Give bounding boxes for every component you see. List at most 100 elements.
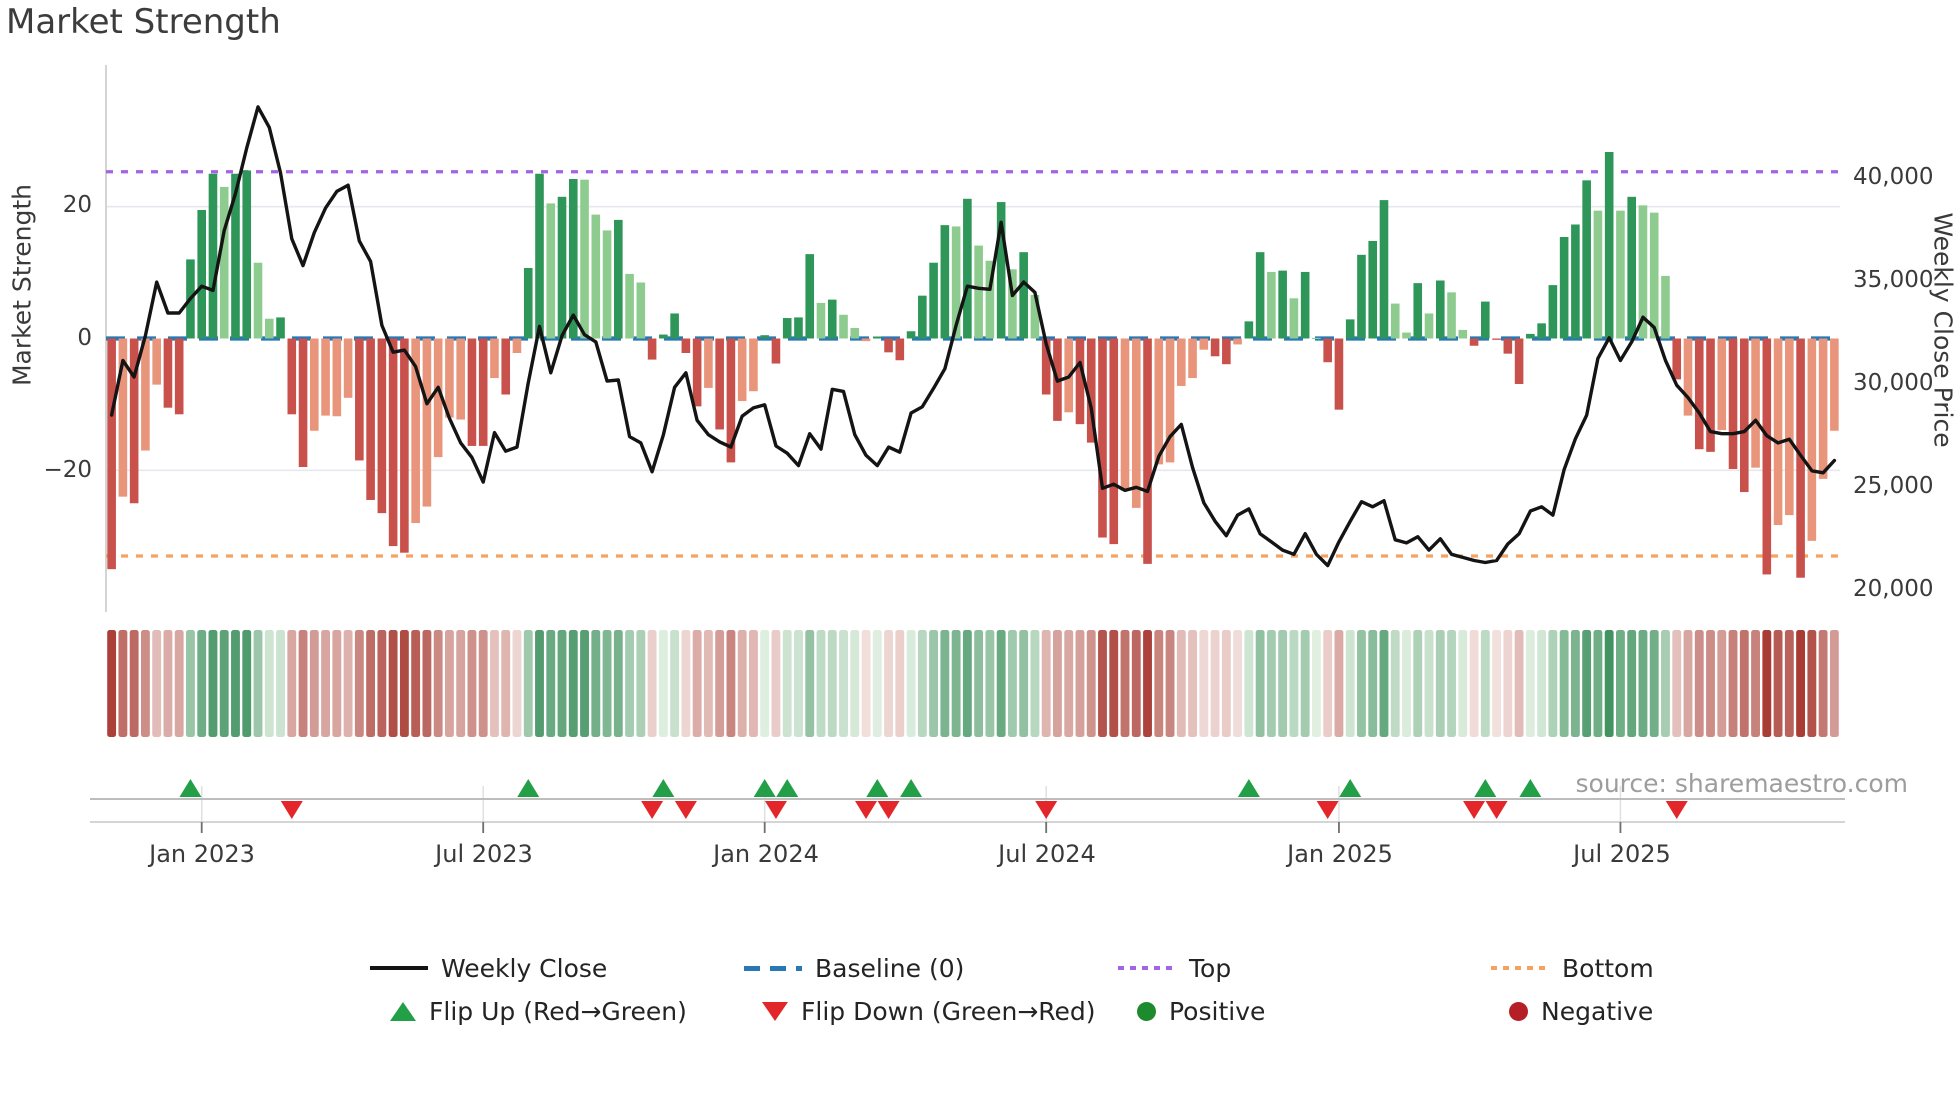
strength-bar (1728, 338, 1738, 469)
heatmap-cell (1447, 630, 1456, 737)
heatmap-cell (1300, 630, 1310, 737)
heatmap-cell (129, 630, 139, 737)
heatmap-cell (1345, 630, 1355, 737)
left-tick-neg20: −20 (43, 457, 92, 483)
heatmap-cell (760, 630, 770, 737)
strength-bar (704, 338, 713, 388)
right-tick-20000: 20,000 (1853, 576, 1934, 602)
right-tick-25000: 25,000 (1853, 473, 1934, 499)
strength-bar (197, 209, 207, 339)
heatmap-cell (118, 630, 128, 737)
strength-bar (1582, 180, 1591, 339)
strength-bar (343, 338, 353, 398)
heatmap-cell (1672, 630, 1682, 737)
heatmap-cell (1007, 630, 1017, 737)
heatmap-cell (703, 630, 713, 737)
flip-up-marker (866, 779, 889, 797)
strength-bar (388, 338, 398, 547)
heatmap-cell (1435, 630, 1445, 737)
strength-bar (929, 262, 938, 339)
xtick-jul-2023: Jul 2023 (435, 840, 533, 868)
right-tick-30000: 30,000 (1853, 370, 1934, 396)
heatmap-cell (354, 630, 364, 737)
strength-bar (1514, 338, 1524, 384)
heatmap-cell (321, 630, 330, 737)
heatmap-cell (1053, 630, 1062, 737)
market-strength-chart (90, 65, 1845, 833)
strength-bar (1571, 224, 1580, 339)
heatmap-cell (546, 630, 556, 737)
legend-label: Flip Up (Red→Green) (429, 996, 687, 1026)
heatmap-cell (1368, 630, 1378, 737)
heatmap-cell (433, 630, 443, 737)
legend-flip-down: Flip Down (Green→Red) (762, 993, 1096, 1029)
strength-bar (141, 338, 150, 451)
legend-baseline: Baseline (0) (744, 950, 964, 986)
heatmap-cell (771, 630, 781, 737)
heatmap-cell (1086, 630, 1096, 737)
xtick-jan-2025: Jan 2025 (1287, 840, 1393, 868)
strength-bar (490, 338, 499, 379)
heatmap-cell (163, 630, 173, 737)
heatmap-cell (411, 630, 421, 737)
weekly-close-line-swatch-icon (370, 966, 428, 970)
flip-up-marker (1519, 779, 1542, 797)
strength-bar (1649, 212, 1659, 339)
heatmap-cell (1728, 630, 1738, 737)
heatmap-cell (929, 630, 939, 737)
strength-bar (1739, 338, 1749, 493)
strength-bar (310, 338, 319, 431)
strength-bar (963, 198, 972, 339)
strength-bar (1390, 303, 1400, 339)
heatmap-cell (140, 630, 150, 737)
flip-up-marker (900, 779, 923, 797)
heatmap-cell (174, 630, 184, 737)
negative-dot-icon (1509, 1001, 1528, 1021)
heatmap-cell (242, 630, 252, 737)
heatmap-cell (1627, 630, 1637, 737)
heatmap-cell (343, 630, 353, 737)
heatmap-cell (1357, 630, 1366, 737)
legend-label: Flip Down (Green→Red) (801, 996, 1096, 1026)
heatmap-cell (467, 630, 477, 737)
heatmap-cell (737, 630, 747, 737)
strength-bar (1210, 338, 1220, 357)
heatmap-cell (1019, 630, 1029, 737)
heatmap-cell (1469, 630, 1479, 737)
strength-bar (535, 173, 544, 339)
flip-down-marker (1316, 801, 1339, 819)
strength-bar (264, 318, 274, 339)
flip-down-marker (674, 801, 697, 819)
legend-positive: Positive (1137, 993, 1265, 1029)
heatmap-cell (872, 630, 882, 737)
heatmap-cell (591, 630, 601, 737)
strength-bar (771, 338, 781, 364)
strength-bar (1131, 338, 1141, 508)
strength-bar (1604, 151, 1614, 339)
strength-bar (1706, 338, 1715, 452)
heatmap-cell (399, 630, 409, 737)
strength-bar (1435, 280, 1445, 339)
heatmap-cell (309, 630, 319, 737)
strength-bar (1368, 240, 1378, 339)
legend-label: Positive (1169, 996, 1266, 1026)
strength-bar (501, 338, 511, 395)
heatmap-cell (1188, 630, 1197, 737)
strength-bar (816, 302, 826, 339)
heatmap-cell (1413, 630, 1423, 737)
strength-bar (163, 338, 173, 408)
strength-bar (906, 331, 916, 339)
strength-bar (1717, 338, 1727, 431)
strength-bar (1188, 338, 1197, 379)
left-tick-0: 0 (77, 325, 92, 351)
strength-bar (659, 334, 668, 339)
strength-bar (782, 318, 792, 339)
heatmap-cell (1041, 630, 1051, 737)
heatmap-cell (1176, 630, 1186, 737)
flip-up-marker (776, 779, 799, 797)
strength-bar (253, 262, 263, 339)
strength-bar (1154, 338, 1164, 465)
heatmap-cell (1233, 630, 1243, 737)
xtick-jan-2024: Jan 2024 (713, 840, 819, 868)
strength-bar (850, 327, 860, 339)
